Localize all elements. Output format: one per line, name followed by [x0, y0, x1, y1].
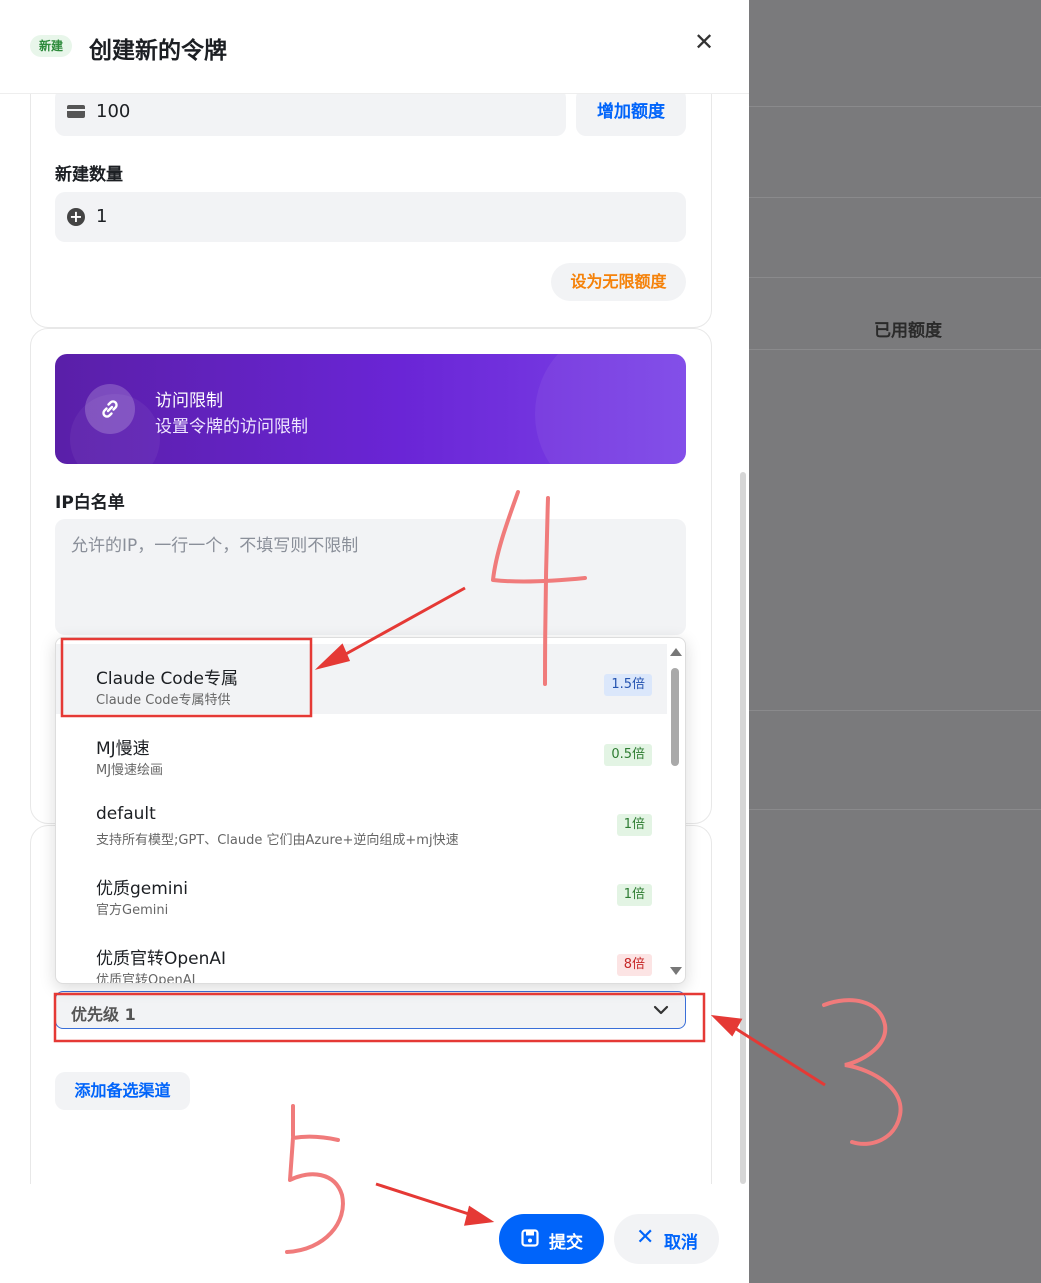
credit-card-icon: [67, 105, 85, 118]
group-option-desc: Claude Code专属特供: [96, 693, 231, 708]
group-option[interactable]: 优质官转OpenAI 优质官转OpenAI 8倍: [56, 924, 667, 984]
group-option[interactable]: 优质gemini 官方Gemini 1倍: [56, 854, 667, 924]
cancel-label: 取消: [664, 1233, 698, 1253]
banner-decoration: [535, 354, 686, 464]
ip-whitelist-label: IP白名单: [55, 493, 125, 513]
background-overlay[interactable]: 已用额度: [749, 0, 1041, 1283]
add-backup-channel-button[interactable]: 添加备选渠道: [55, 1072, 190, 1110]
ratio-badge: 0.5倍: [604, 744, 652, 766]
ratio-badge: 8倍: [616, 954, 652, 976]
group-option-name: default: [96, 804, 156, 824]
divider: [749, 277, 1041, 278]
chevron-down-icon: [653, 1005, 669, 1015]
access-title: 访问限制: [155, 391, 223, 411]
group-option-name: 优质官转OpenAI: [96, 949, 227, 969]
divider: [749, 710, 1041, 711]
group-option-name: Claude Code专属: [96, 669, 238, 689]
group-option-desc: 优质官转OpenAI: [96, 973, 196, 984]
sheet-footer: 提交 ✕ 取消: [0, 1184, 749, 1283]
group-option[interactable]: MJ慢速 MJ慢速绘画 0.5倍: [56, 714, 667, 784]
group-option-desc: MJ慢速绘画: [96, 763, 164, 778]
ratio-badge: 1倍: [616, 884, 652, 906]
save-icon: [521, 1229, 539, 1247]
count-value: 1: [96, 206, 108, 227]
ip-whitelist-textarea[interactable]: 允许的IP，一行一个，不填写则不限制: [55, 519, 686, 635]
group-option-desc: 支持所有模型;GPT、Claude 它们由Azure+逆向组成+mj快速: [96, 833, 459, 848]
page-title: 创建新的令牌: [89, 38, 227, 64]
cancel-button[interactable]: ✕ 取消: [614, 1214, 719, 1264]
divider: [749, 106, 1041, 107]
close-icon: ✕: [636, 1225, 655, 1250]
quota-input[interactable]: 100: [55, 88, 566, 136]
dropdown-scrollbar[interactable]: [669, 648, 682, 975]
new-badge: 新建: [30, 35, 73, 57]
close-icon[interactable]: ✕: [692, 30, 716, 54]
group-option-name: 优质gemini: [96, 879, 189, 899]
sheet-scrollbar-thumb[interactable]: [740, 472, 746, 1184]
divider: [749, 197, 1041, 198]
add-quota-button[interactable]: 增加额度: [576, 88, 686, 136]
scroll-down-arrow-icon[interactable]: [670, 967, 682, 975]
create-token-sheet: 100 增加额度 新建数量 + 1 设为无限额度 访问限制 设置令牌的访问限制 …: [0, 0, 749, 1283]
group-option-desc: 官方Gemini: [96, 903, 169, 918]
ratio-badge: 1.5倍: [604, 674, 652, 696]
count-label: 新建数量: [55, 165, 123, 185]
submit-button[interactable]: 提交: [499, 1214, 604, 1264]
group-option-name: MJ慢速: [96, 739, 150, 759]
link-icon: [85, 384, 135, 434]
access-subtitle: 设置令牌的访问限制: [155, 417, 308, 437]
access-banner: 访问限制 设置令牌的访问限制: [55, 354, 686, 464]
scrollbar-thumb[interactable]: [671, 668, 679, 766]
ratio-badge: 1倍: [616, 814, 652, 836]
sheet-header: 新建 创建新的令牌 ✕: [0, 0, 749, 94]
set-unlimited-button[interactable]: 设为无限额度: [551, 263, 686, 301]
used-quota-column-header: 已用额度: [874, 321, 942, 341]
divider: [749, 809, 1041, 810]
group-option[interactable]: Claude Code专属 Claude Code专属特供 1.5倍: [56, 644, 667, 714]
group-option[interactable]: default 支持所有模型;GPT、Claude 它们由Azure+逆向组成+…: [56, 784, 667, 854]
count-input[interactable]: + 1: [55, 192, 686, 242]
group-dropdown[interactable]: Claude Code专属 Claude Code专属特供 1.5倍 MJ慢速 …: [55, 637, 686, 984]
quota-value: 100: [96, 101, 131, 122]
priority-select[interactable]: 优先级 1: [55, 991, 686, 1029]
priority-value: 优先级 1: [71, 1005, 136, 1024]
plus-circle-icon: +: [67, 208, 85, 226]
scroll-up-arrow-icon[interactable]: [670, 648, 682, 656]
divider: [749, 349, 1041, 350]
ip-whitelist-placeholder: 允许的IP，一行一个，不填写则不限制: [71, 536, 359, 556]
submit-label: 提交: [549, 1233, 583, 1253]
